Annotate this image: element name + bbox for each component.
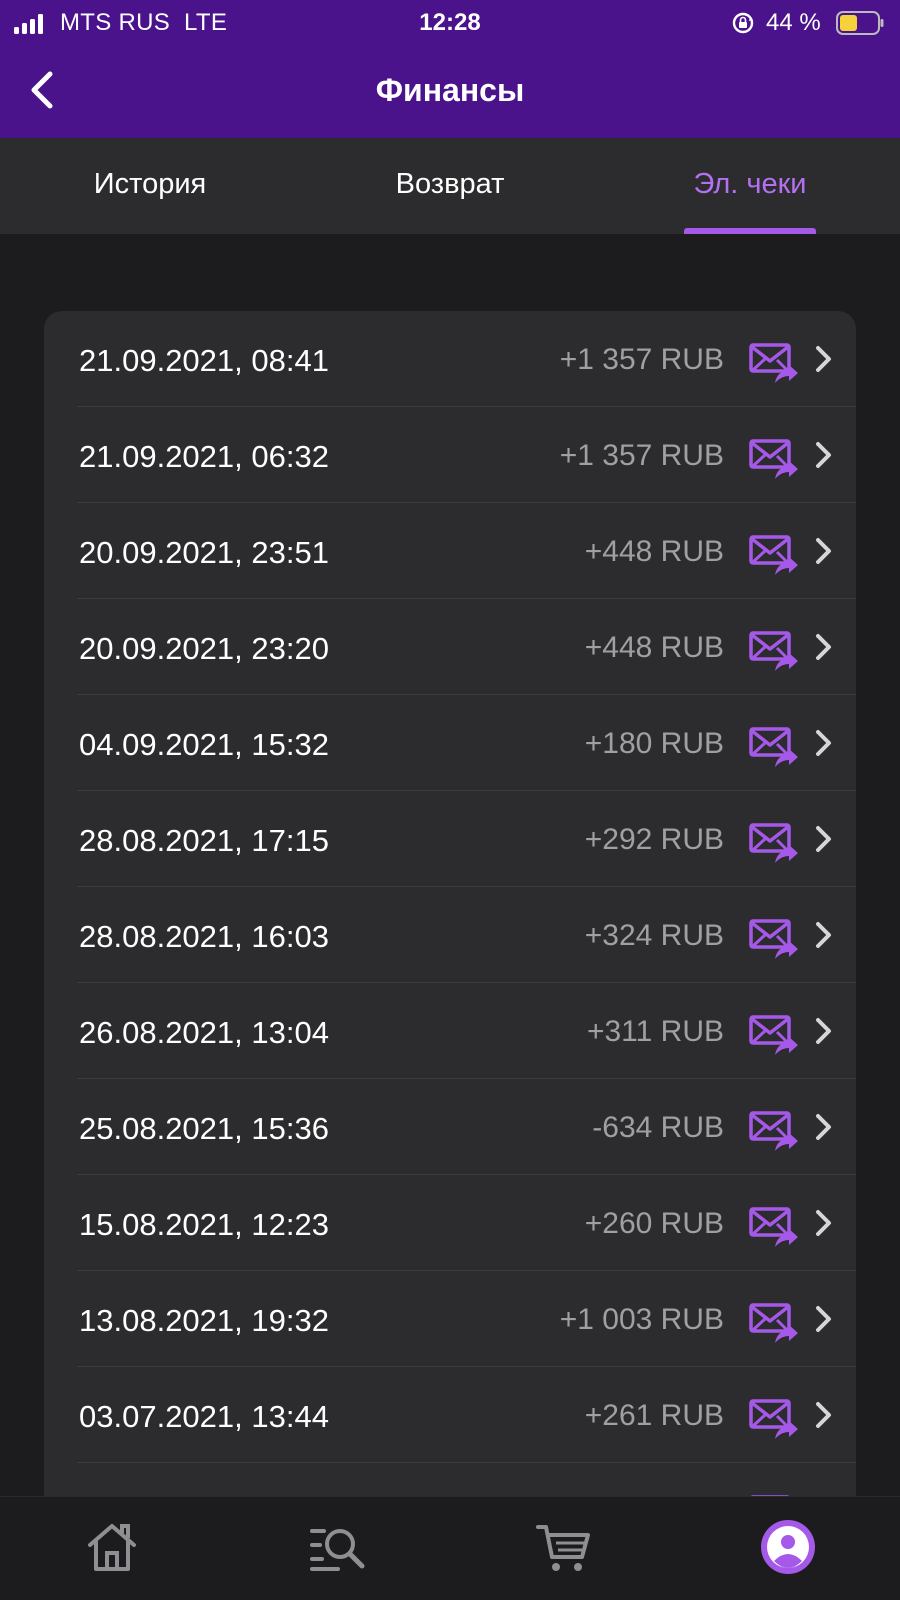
send-email-icon[interactable] [749, 627, 799, 673]
receipt-amount: +324 RUB [584, 919, 724, 952]
send-email-icon[interactable] [749, 1011, 799, 1057]
receipt-date: 21.09.2021, 08:41 [79, 343, 329, 378]
page-title: Финансы [375, 72, 525, 108]
send-email-icon[interactable] [749, 915, 799, 961]
receipt-date: 21.09.2021, 06:32 [79, 439, 329, 474]
receipt-amount: +260 RUB [584, 1207, 724, 1240]
receipt-row[interactable]: 25.08.2021, 15:36 -634 RUB [44, 1079, 856, 1175]
send-email-icon[interactable] [749, 723, 799, 769]
send-email-icon[interactable] [749, 1299, 799, 1345]
send-email-icon[interactable] [749, 435, 799, 481]
send-email-icon[interactable] [749, 1203, 799, 1249]
bottom-tab-bar [0, 1496, 900, 1600]
chevron-right-icon [814, 633, 834, 661]
chevron-right-icon [814, 1113, 834, 1141]
search-list-icon[interactable] [308, 1517, 368, 1577]
chevron-right-icon [814, 1209, 834, 1237]
receipt-date: 25.08.2021, 15:36 [79, 1111, 329, 1146]
receipt-row[interactable]: 15.08.2021, 12:23 +260 RUB [44, 1175, 856, 1271]
status-bar: MTS RUS LTE 12:28 44 % [0, 0, 900, 48]
send-email-icon[interactable] [749, 339, 799, 385]
active-tab-indicator [684, 228, 816, 234]
tab-bar: История Возврат Эл. чеки [0, 138, 900, 234]
send-email-icon[interactable] [749, 1395, 799, 1441]
home-icon[interactable] [82, 1517, 142, 1577]
chevron-right-icon [814, 1305, 834, 1333]
receipt-row[interactable]: 21.09.2021, 06:32 +1 357 RUB [44, 407, 856, 503]
chevron-right-icon [814, 1017, 834, 1045]
chevron-right-icon [814, 345, 834, 373]
chevron-right-icon [814, 825, 834, 853]
receipt-row[interactable]: 20.09.2021, 23:20 +448 RUB [44, 599, 856, 695]
chevron-right-icon [814, 921, 834, 949]
receipt-row[interactable]: 28.08.2021, 16:03 +324 RUB [44, 887, 856, 983]
battery-icon [836, 11, 884, 35]
receipt-date: 26.08.2021, 13:04 [79, 1015, 329, 1050]
navigation-bar: Финансы [0, 48, 900, 138]
receipt-date: 20.09.2021, 23:51 [79, 535, 329, 570]
receipt-amount: +292 RUB [584, 823, 724, 856]
receipt-list: 21.09.2021, 08:41 +1 357 RUB 21.09.2021, 0… [44, 311, 856, 1531]
receipt-amount: +1 003 RUB [559, 1303, 724, 1336]
receipt-row[interactable]: 21.09.2021, 08:41 +1 357 RUB [44, 311, 856, 407]
receipt-amount: +448 RUB [584, 631, 724, 664]
receipt-amount: +261 RUB [584, 1399, 724, 1432]
header-background: MTS RUS LTE 12:28 44 % Финансы [0, 0, 900, 138]
profile-icon[interactable] [758, 1517, 818, 1577]
receipt-amount: +311 RUB [586, 1015, 724, 1048]
receipt-row[interactable]: 04.09.2021, 15:32 +180 RUB [44, 695, 856, 791]
receipt-date: 28.08.2021, 16:03 [79, 919, 329, 954]
orientation-lock-icon [732, 12, 754, 34]
chevron-right-icon [814, 1401, 834, 1429]
receipt-amount: +180 RUB [584, 727, 724, 760]
send-email-icon[interactable] [749, 1107, 799, 1153]
send-email-icon[interactable] [749, 531, 799, 577]
status-time: 12:28 [419, 9, 481, 36]
chevron-right-icon [814, 729, 834, 757]
receipt-date: 15.08.2021, 12:23 [79, 1207, 329, 1242]
receipt-date: 04.09.2021, 15:32 [79, 727, 329, 762]
receipt-amount: -634 RUB [592, 1111, 724, 1144]
receipt-date: 03.07.2021, 13:44 [79, 1399, 329, 1434]
battery-percent: 44 % [766, 9, 821, 36]
receipt-row[interactable]: 20.09.2021, 23:51 +448 RUB [44, 503, 856, 599]
send-email-icon[interactable] [749, 819, 799, 865]
receipt-row[interactable]: 03.07.2021, 13:44 +261 RUB [44, 1367, 856, 1463]
receipt-row[interactable]: 26.08.2021, 13:04 +311 RUB [44, 983, 856, 1079]
receipt-date: 13.08.2021, 19:32 [79, 1303, 329, 1338]
chevron-right-icon [814, 537, 834, 565]
receipt-date: 28.08.2021, 17:15 [79, 823, 329, 858]
receipt-amount: +1 357 RUB [559, 343, 724, 376]
receipt-row[interactable]: 13.08.2021, 19:32 +1 003 RUB [44, 1271, 856, 1367]
tab-history[interactable]: История [50, 168, 250, 201]
receipt-amount: +448 RUB [584, 535, 724, 568]
cart-icon[interactable] [534, 1517, 594, 1577]
receipt-amount: +1 357 RUB [559, 439, 724, 472]
tab-refund[interactable]: Возврат [350, 168, 550, 201]
receipt-date: 20.09.2021, 23:20 [79, 631, 329, 666]
chevron-right-icon [814, 441, 834, 469]
tab-e-receipts[interactable]: Эл. чеки [650, 168, 850, 201]
receipt-row[interactable]: 28.08.2021, 17:15 +292 RUB [44, 791, 856, 887]
